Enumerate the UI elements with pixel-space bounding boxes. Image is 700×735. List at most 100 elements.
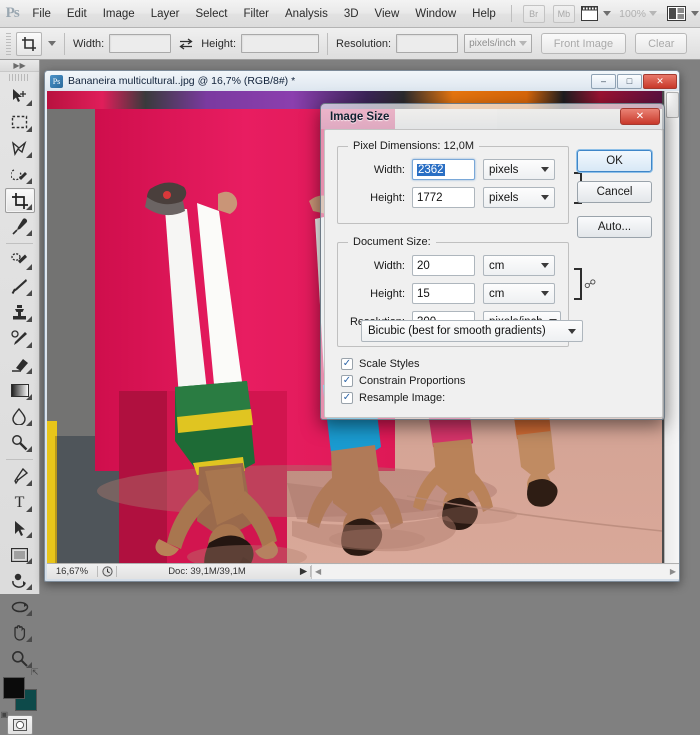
launch-mini-bridge-button[interactable]: Mb bbox=[552, 4, 576, 23]
quick-selection-tool[interactable] bbox=[5, 162, 35, 187]
pixel-width-input[interactable]: 2362 bbox=[412, 159, 475, 180]
horizontal-type-tool[interactable]: T bbox=[5, 490, 35, 515]
menu-item-view[interactable]: View bbox=[367, 4, 408, 24]
rectangle-shape-tool[interactable] bbox=[5, 542, 35, 567]
type-tool-glyph: T bbox=[14, 493, 25, 511]
menu-item-analysis[interactable]: Analysis bbox=[277, 4, 336, 24]
vertical-scrollbar-thumb[interactable] bbox=[666, 92, 679, 118]
auto-button[interactable]: Auto... bbox=[577, 216, 652, 238]
menu-item-3d[interactable]: 3D bbox=[336, 4, 367, 24]
dialog-body: Pixel Dimensions: 12,0M Width: 2362 pixe… bbox=[324, 129, 663, 418]
resolution-unit-select[interactable]: pixels/inch bbox=[464, 34, 532, 53]
menu-item-help[interactable]: Help bbox=[464, 4, 504, 24]
dialog-title-bar[interactable]: Image Size ✕ bbox=[321, 104, 664, 129]
constrain-proportions-row[interactable]: ✓ Constrain Proportions bbox=[341, 375, 465, 387]
menu-item-filter[interactable]: Filter bbox=[235, 4, 277, 24]
blur-tool[interactable] bbox=[5, 404, 35, 429]
pixel-height-input[interactable]: 1772 bbox=[412, 187, 475, 208]
play-arrow-icon[interactable]: ▶ bbox=[297, 566, 311, 577]
swap-colors-icon[interactable]: ⇱ bbox=[31, 667, 39, 678]
arrange-documents-icon[interactable] bbox=[667, 6, 686, 21]
doc-height-unit-select[interactable]: cm bbox=[483, 283, 555, 304]
clock-icon[interactable] bbox=[97, 566, 117, 577]
swap-arrows-icon[interactable] bbox=[179, 37, 193, 50]
launch-bridge-button[interactable]: Br bbox=[522, 4, 545, 23]
move-tool[interactable] bbox=[5, 84, 35, 109]
chain-link-icon[interactable]: ☍ bbox=[584, 278, 596, 290]
menu-item-layer[interactable]: Layer bbox=[143, 4, 188, 24]
doc-width-unit-value: cm bbox=[489, 259, 505, 272]
doc-width-unit-select[interactable]: cm bbox=[483, 255, 555, 276]
resample-image-checkbox[interactable]: ✓ bbox=[341, 392, 353, 404]
default-colors-icon[interactable]: ▣ bbox=[1, 710, 9, 719]
foreground-color-swatch[interactable] bbox=[2, 677, 25, 699]
options-bar-grip[interactable] bbox=[6, 32, 11, 55]
eraser-tool[interactable] bbox=[5, 352, 35, 377]
tool-expand-triangle-icon bbox=[25, 368, 32, 374]
scale-styles-checkbox[interactable]: ✓ bbox=[341, 358, 353, 370]
view-extras-icon[interactable] bbox=[581, 6, 599, 21]
hand-tool[interactable] bbox=[5, 620, 35, 645]
gradient-tool[interactable] bbox=[5, 378, 35, 403]
pen-tool[interactable] bbox=[5, 464, 35, 489]
menu-item-select[interactable]: Select bbox=[187, 4, 235, 24]
tool-expand-triangle-icon bbox=[25, 342, 32, 348]
pixel-height-unit-chevron-down-icon bbox=[541, 195, 549, 200]
eyedropper-tool[interactable] bbox=[5, 214, 35, 239]
menu-item-file[interactable]: File bbox=[24, 4, 59, 24]
document-title-bar[interactable]: Ps Bananeira multicultural..jpg @ 16,7% … bbox=[45, 71, 679, 91]
crop-resolution-input[interactable] bbox=[396, 34, 459, 53]
menu-item-window[interactable]: Window bbox=[407, 4, 464, 24]
pixel-height-unit-select[interactable]: pixels bbox=[483, 187, 555, 208]
doc-height-row: Height: 15 cm bbox=[338, 283, 568, 304]
3d-rotate-tool[interactable] bbox=[5, 568, 35, 593]
resample-image-row[interactable]: ✓ Resample Image: bbox=[341, 392, 465, 404]
document-size-constrain-bracket: ☍ bbox=[574, 267, 596, 301]
clone-stamp-tool[interactable] bbox=[5, 300, 35, 325]
toolbox-collapse-button[interactable]: ▶▶ bbox=[0, 60, 39, 72]
view-extras-chevron-down-icon[interactable] bbox=[603, 11, 612, 16]
tool-expand-triangle-icon bbox=[25, 264, 32, 270]
hscroll-left-arrow-icon[interactable]: ◀ bbox=[315, 567, 321, 576]
clear-button[interactable]: Clear bbox=[635, 33, 688, 54]
maximize-button[interactable]: □ bbox=[617, 73, 642, 89]
zoom-chevron-down-icon[interactable] bbox=[649, 11, 657, 16]
crop-height-input[interactable] bbox=[241, 34, 320, 53]
close-button[interactable]: ✕ bbox=[643, 73, 677, 89]
hscroll-right-arrow-icon[interactable]: ▶ bbox=[670, 567, 676, 576]
canvas-vertical-scrollbar[interactable] bbox=[664, 91, 679, 563]
lasso-tool[interactable] bbox=[5, 136, 35, 161]
scale-styles-row[interactable]: ✓ Scale Styles bbox=[341, 358, 465, 370]
horizontal-scrollbar[interactable]: ◀ ▶ bbox=[311, 564, 679, 579]
minimize-button[interactable]: – bbox=[591, 73, 616, 89]
dodge-tool[interactable] bbox=[5, 430, 35, 455]
doc-height-input[interactable]: 15 bbox=[412, 283, 475, 304]
dialog-close-button[interactable]: ✕ bbox=[620, 108, 660, 125]
crop-width-input[interactable] bbox=[109, 34, 172, 53]
brush-tool[interactable] bbox=[5, 274, 35, 299]
cancel-button[interactable]: Cancel bbox=[577, 181, 652, 203]
doc-width-input[interactable]: 20 bbox=[412, 255, 475, 276]
front-image-button[interactable]: Front Image bbox=[540, 33, 627, 54]
path-selection-tool[interactable] bbox=[5, 516, 35, 541]
spot-healing-brush-tool[interactable] bbox=[5, 248, 35, 273]
resample-method-select[interactable]: Bicubic (best for smooth gradients) bbox=[361, 320, 583, 342]
history-brush-tool[interactable] bbox=[5, 326, 35, 351]
menu-item-edit[interactable]: Edit bbox=[59, 4, 95, 24]
color-swatches[interactable]: ⇱ ▣ bbox=[1, 667, 39, 719]
quick-mask-toggle-button[interactable] bbox=[6, 715, 33, 735]
3d-orbit-tool[interactable] bbox=[5, 594, 35, 619]
tool-preset-chevron-down-icon[interactable] bbox=[48, 41, 56, 46]
arrange-chevron-down-icon[interactable] bbox=[691, 11, 699, 16]
pixel-width-unit-select[interactable]: pixels bbox=[483, 159, 555, 180]
toolbox-grip[interactable] bbox=[9, 74, 30, 81]
menu-item-image[interactable]: Image bbox=[95, 4, 143, 24]
status-zoom-level[interactable]: 16,67% bbox=[47, 566, 97, 577]
crop-tool[interactable] bbox=[4, 188, 35, 213]
menu-divider bbox=[510, 5, 512, 22]
crop-icon[interactable] bbox=[16, 31, 42, 56]
ok-button[interactable]: OK bbox=[577, 150, 652, 172]
image-size-dialog: Image Size ✕ Pixel Dimensions: 12,0M Wid… bbox=[320, 103, 665, 420]
constrain-proportions-checkbox[interactable]: ✓ bbox=[341, 375, 353, 387]
rectangular-marquee-tool[interactable] bbox=[5, 110, 35, 135]
